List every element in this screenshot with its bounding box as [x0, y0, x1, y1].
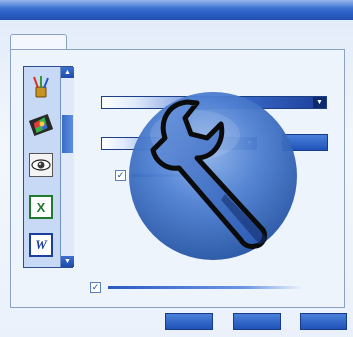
ok-button[interactable]: [165, 313, 213, 330]
wrench-icon: [125, 90, 300, 262]
word-icon[interactable]: W: [29, 233, 53, 257]
window-titlebar[interactable]: [0, 0, 353, 20]
app-list-scrollbar[interactable]: ▲ ▼: [60, 67, 74, 267]
apply-button[interactable]: [300, 313, 347, 330]
application-list[interactable]: X W ▲ ▼: [23, 66, 74, 268]
dropdown-arrow-icon[interactable]: ▼: [313, 97, 326, 108]
chevron-down-icon: ▼: [64, 258, 71, 265]
titlebar-gloss: [0, 0, 353, 8]
bottom-checkbox[interactable]: ✓: [90, 282, 101, 293]
paint-brushes-icon[interactable]: [29, 75, 53, 99]
excel-icon[interactable]: X: [29, 195, 53, 219]
scroll-thumb[interactable]: [62, 115, 73, 153]
scroll-down-button[interactable]: ▼: [61, 256, 74, 267]
eye-viewer-icon[interactable]: [29, 153, 53, 177]
scroll-up-button[interactable]: ▲: [61, 67, 74, 78]
excel-icon-letter: X: [36, 199, 46, 215]
word-icon-letter: W: [35, 237, 47, 252]
chevron-up-icon: ▲: [64, 69, 71, 76]
cancel-button[interactable]: [233, 313, 281, 330]
photo-editor-icon[interactable]: [29, 113, 53, 137]
bottom-checkbox-label: [108, 286, 303, 289]
